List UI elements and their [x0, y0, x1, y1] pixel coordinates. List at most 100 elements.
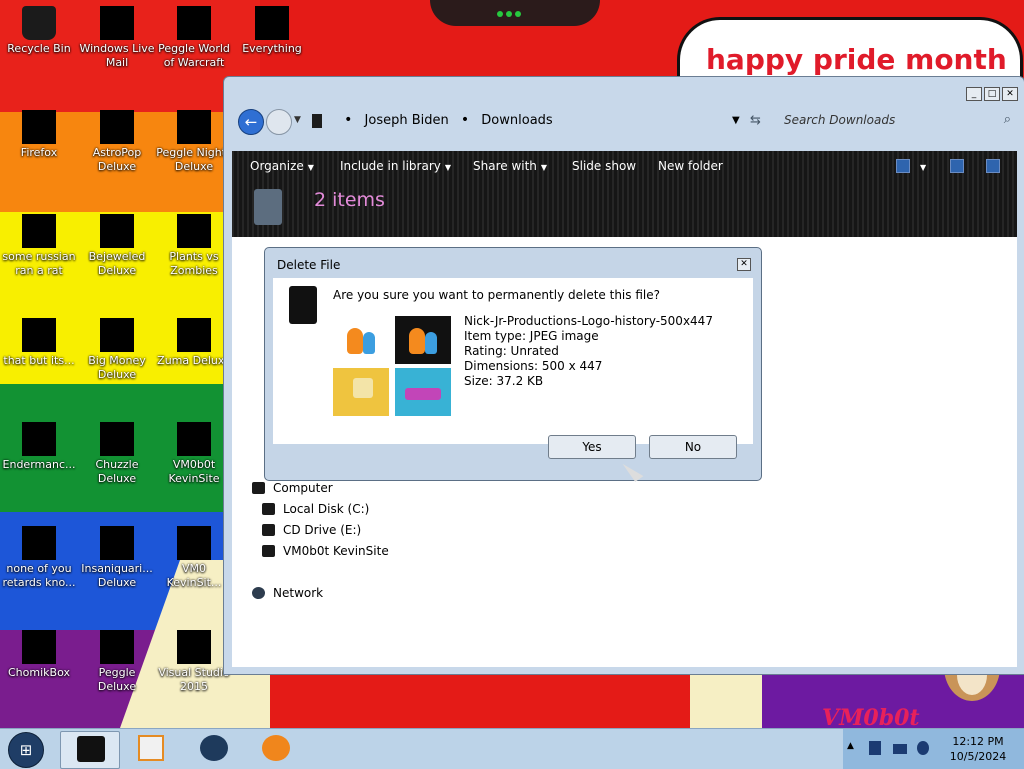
media-player-icon: [138, 735, 164, 761]
minimize-icon[interactable]: _: [966, 87, 982, 101]
view-dropdown-icon[interactable]: ▼: [916, 159, 926, 173]
money-bag-icon: [100, 318, 134, 352]
desktop-icon-none-of-you[interactable]: none of you retards kno...: [0, 520, 78, 590]
desktop-icon-vm0b0t-kevinsite[interactable]: VM0b0t KevinSite: [155, 416, 233, 486]
mail-icon: [100, 6, 134, 40]
chevron-down-icon: ▼: [540, 163, 548, 172]
taskbar-explorer-button[interactable]: [60, 731, 120, 769]
taskbar: ⊞ ▲ 12:12 PM 10/5/2024: [0, 728, 1024, 769]
window-controls: _ □ ✕: [964, 85, 1018, 101]
chomikbox-icon: [22, 630, 56, 664]
search-placeholder: Search Downloads: [784, 113, 896, 127]
close-icon[interactable]: ✕: [737, 258, 751, 271]
shortcut-icon: [22, 318, 56, 352]
tray-app-icon[interactable]: [869, 741, 881, 755]
volume-icon[interactable]: [917, 741, 929, 755]
refresh-icon[interactable]: ⇆: [750, 113, 761, 128]
help-icon[interactable]: [986, 159, 1000, 173]
new-folder-button[interactable]: New folder: [658, 159, 723, 173]
clock[interactable]: 12:12 PM 10/5/2024: [940, 734, 1016, 764]
start-button[interactable]: ⊞: [8, 732, 44, 768]
wallpaper-cream-shape-right: [690, 675, 762, 728]
desktop-icon-big-money[interactable]: Big Money Deluxe: [78, 312, 156, 382]
show-hidden-icons-icon[interactable]: ▲: [847, 741, 854, 751]
desktop-icon-everything[interactable]: Everything: [233, 0, 311, 56]
firefox-icon: [22, 110, 56, 144]
computer-icon: [252, 482, 265, 494]
taskbar-firefox-button[interactable]: [246, 731, 304, 767]
downloads-folder-icon: [254, 189, 282, 225]
folder-icon: [312, 113, 322, 128]
breadcrumb-downloads[interactable]: Downloads: [481, 113, 552, 128]
taskbar-media-button[interactable]: [120, 731, 178, 767]
insaniquarium-icon: [100, 526, 134, 560]
peggle-icon: [100, 630, 134, 664]
desktop-icon-insaniquarium[interactable]: Insaniquari... Deluxe: [78, 520, 156, 590]
search-icon[interactable]: ⌕: [1004, 112, 1011, 127]
view-options-icon[interactable]: [896, 159, 910, 173]
nav-item-cd-drive[interactable]: CD Drive (E:): [262, 523, 361, 537]
file-name: Nick-Jr-Productions-Logo-history-500x447: [464, 314, 713, 328]
history-dropdown-icon[interactable]: ▼: [294, 115, 301, 125]
desktop-icon-that-but-its[interactable]: that but its...: [0, 312, 78, 368]
close-icon[interactable]: ✕: [1002, 87, 1018, 101]
watermark-text: VM0b0t: [822, 705, 920, 728]
file-type: Item type: JPEG image: [464, 329, 599, 343]
desktop-icon-visual-studio[interactable]: Visual Studio 2015: [155, 624, 233, 694]
zuma-icon: [177, 318, 211, 352]
maximize-icon[interactable]: □: [984, 87, 1000, 101]
file-details: Nick-Jr-Productions-Logo-history-500x447…: [464, 314, 713, 389]
taskbar-app-button[interactable]: [184, 731, 242, 767]
desktop-icon-peggle-deluxe[interactable]: Peggle Deluxe: [78, 624, 156, 694]
organize-button[interactable]: Organize ▼: [250, 159, 314, 173]
search-app-icon: [255, 6, 289, 40]
nav-item-vm-drive[interactable]: VM0b0t KevinSite: [262, 544, 389, 558]
desktop-icon-chomikbox[interactable]: ChomikBox: [0, 624, 78, 680]
globe-icon: [200, 735, 228, 761]
desktop-icon-peggle-nights[interactable]: Peggle Nights Deluxe: [155, 104, 233, 174]
desktop-icon-astropop[interactable]: AstroPop Deluxe: [78, 104, 156, 174]
firefox-icon: [262, 735, 290, 761]
desktop-icon-firefox[interactable]: Firefox: [0, 104, 78, 160]
network-icon: [252, 587, 265, 599]
dialog-question: Are you sure you want to permanently del…: [333, 288, 660, 302]
preview-pane-icon[interactable]: [950, 159, 964, 173]
desktop-icon-vm0-kevinsite[interactable]: VM0 KevinSit...: [155, 520, 233, 590]
system-tray: ▲ 12:12 PM 10/5/2024: [843, 729, 1024, 769]
desktop-icon-bejeweled[interactable]: Bejeweled Deluxe: [78, 208, 156, 278]
drive-icon: [177, 422, 211, 456]
desktop-icon-peggle-wow[interactable]: Peggle World of Warcraft: [155, 0, 233, 70]
shortcut-icon: [177, 526, 211, 560]
recycle-bin-icon: [22, 6, 56, 40]
file-dimensions: Dimensions: 500 x 447: [464, 359, 603, 373]
forward-arrow-icon[interactable]: [266, 109, 292, 135]
nav-item-computer[interactable]: Computer: [252, 481, 333, 495]
search-input[interactable]: Search Downloads ⌕: [772, 108, 1017, 132]
breadcrumb[interactable]: • Joseph Biden • Downloads: [312, 112, 553, 132]
desktop-icon-russian-rat[interactable]: some russian ran a rat: [0, 208, 78, 278]
chevron-down-icon: ▼: [444, 163, 452, 172]
desktop-icon-chuzzle[interactable]: Chuzzle Deluxe: [78, 416, 156, 486]
address-dropdown-icon[interactable]: ▼: [732, 115, 740, 126]
astropop-icon: [100, 110, 134, 144]
include-in-library-button[interactable]: Include in library ▼: [340, 159, 451, 173]
clock-date: 10/5/2024: [949, 750, 1007, 763]
peggle-nights-icon: [177, 110, 211, 144]
cd-drive-icon: [262, 524, 275, 536]
nav-item-local-disk[interactable]: Local Disk (C:): [262, 502, 369, 516]
desktop-icon-endermanc[interactable]: Endermanc...: [0, 416, 78, 472]
slide-show-button[interactable]: Slide show: [572, 159, 636, 173]
nav-item-network[interactable]: Network: [252, 586, 323, 600]
explorer-icon: [77, 736, 105, 762]
desktop-icon-plants-vs-zombies[interactable]: Plants vs Zombies: [155, 208, 233, 278]
share-with-button[interactable]: Share with ▼: [473, 159, 547, 173]
desktop-icon-windows-live-mail[interactable]: Windows Live Mail: [78, 0, 156, 70]
desktop-icon-recycle-bin[interactable]: Recycle Bin: [0, 0, 78, 56]
yes-button[interactable]: Yes: [548, 435, 636, 459]
desktop-icon-zuma[interactable]: Zuma Deluxe: [155, 312, 233, 368]
network-status-icon[interactable]: [893, 744, 907, 754]
visual-studio-icon: [177, 630, 211, 664]
no-button[interactable]: No: [649, 435, 737, 459]
breadcrumb-joseph-biden[interactable]: Joseph Biden: [365, 113, 449, 128]
back-arrow-icon[interactable]: ←: [238, 109, 264, 135]
